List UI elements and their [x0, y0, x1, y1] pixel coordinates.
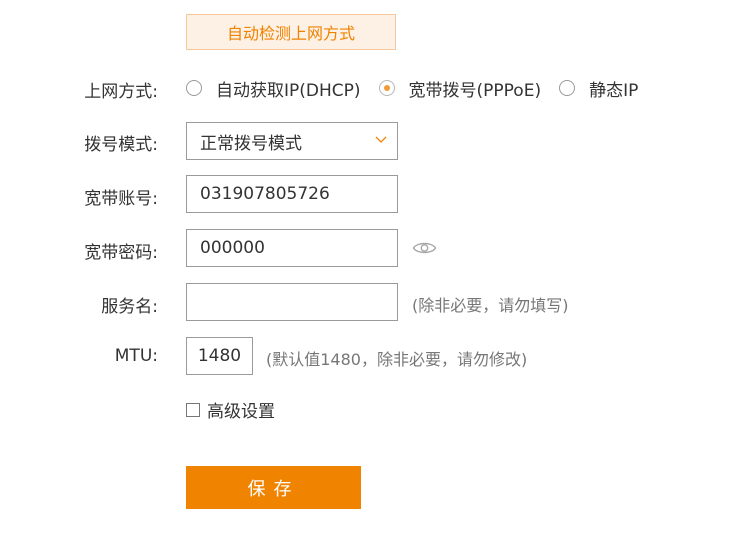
- dial-mode-value: 正常拨号模式: [200, 133, 302, 154]
- service-name-input[interactable]: [186, 283, 398, 321]
- mtu-hint: (默认值1480，除非必要，请勿修改): [266, 350, 528, 369]
- radio-dhcp-label: 自动获取IP(DHCP): [216, 80, 361, 101]
- radio-selected-dot: [383, 85, 390, 91]
- service-name-hint: (除非必要，请勿填写): [412, 296, 569, 315]
- radio-static-ip-label: 静态IP: [589, 80, 639, 101]
- service-name-label: 服务名:: [101, 297, 158, 317]
- dial-mode-select[interactable]: 正常拨号模式: [186, 122, 398, 160]
- mtu-label: MTU:: [114, 346, 158, 366]
- radio-pppoe-label: 宽带拨号(PPPoE): [408, 80, 542, 101]
- connection-type-radio-group: 自动获取IP(DHCP) 宽带拨号(PPPoE) 静态IP: [186, 76, 656, 101]
- advanced-settings-label: 高级设置: [207, 402, 275, 422]
- radio-dhcp[interactable]: 自动获取IP(DHCP): [186, 76, 361, 101]
- dial-mode-label: 拨号模式:: [84, 135, 158, 155]
- account-value: 031907805726: [200, 184, 330, 204]
- password-input[interactable]: 000000: [186, 229, 398, 267]
- eye-icon[interactable]: [412, 239, 437, 257]
- advanced-settings-checkbox[interactable]: [186, 402, 200, 417]
- password-value: 000000: [200, 238, 265, 258]
- advanced-settings-toggle[interactable]: 高级设置: [186, 397, 275, 422]
- account-input[interactable]: 031907805726: [186, 175, 398, 213]
- connection-type-label: 上网方式:: [84, 82, 158, 102]
- save-button[interactable]: 保存: [186, 466, 361, 509]
- auto-detect-button[interactable]: 自动检测上网方式: [186, 14, 396, 50]
- radio-pppoe[interactable]: 宽带拨号(PPPoE): [378, 76, 542, 101]
- radio-button-dhcp[interactable]: [186, 80, 202, 96]
- chevron-down-icon: [375, 136, 387, 143]
- password-label: 宽带密码:: [84, 243, 158, 263]
- radio-static-ip[interactable]: 静态IP: [559, 76, 638, 101]
- mtu-input[interactable]: 1480: [186, 337, 253, 375]
- radio-button-pppoe[interactable]: [378, 80, 395, 96]
- radio-button-static-ip[interactable]: [559, 80, 576, 96]
- mtu-value: 1480: [197, 346, 242, 366]
- account-label: 宽带账号:: [84, 189, 158, 209]
